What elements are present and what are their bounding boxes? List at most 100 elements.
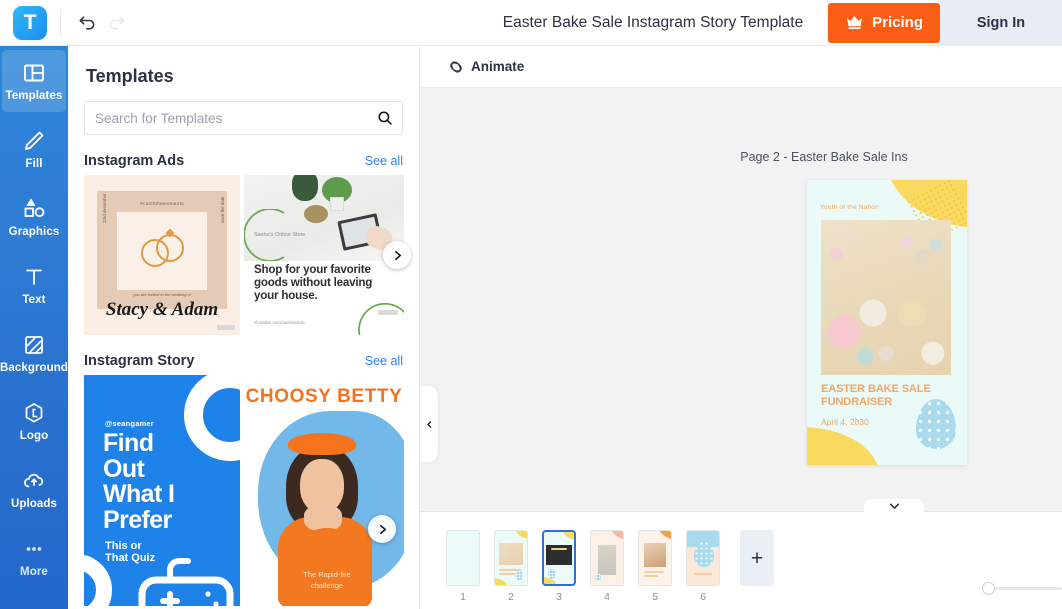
upload-cloud-icon (24, 473, 44, 487)
see-all-instagram-ads[interactable]: See all (365, 154, 403, 168)
page-number: 5 (652, 591, 658, 603)
template-watermark (378, 310, 398, 315)
redo-button[interactable] (102, 8, 132, 38)
sidebar-item-label: Background (0, 361, 68, 374)
left-sidebar: Templates Fill Graphics Text Background … (0, 46, 68, 609)
search-icon (378, 111, 392, 125)
canvas-area[interactable]: Page 2 - Easter Bake Sale Ins Youth of t… (420, 88, 1062, 512)
template-card-choosy-betty[interactable]: CHOOSY BETTY The Rapid-fire challenge (244, 375, 404, 606)
search-input[interactable] (85, 102, 368, 134)
pricing-button[interactable]: Pricing (828, 2, 940, 43)
search-box[interactable] (84, 101, 403, 135)
pages-strip: 1 2 3 4 5 6 + (420, 499, 1062, 608)
template-line: you are invited to the wedding of (133, 292, 191, 297)
sidebar-item-label: More (20, 565, 48, 578)
shapes-icon (24, 197, 45, 217)
animate-button[interactable]: Animate (448, 59, 524, 75)
page-thumbnail-6[interactable]: 6 (686, 530, 720, 603)
page-thumb-art (590, 530, 624, 586)
canvas-page-label: Page 2 - Easter Bake Sale Ins (740, 150, 908, 164)
sidebar-item-more[interactable]: More (2, 526, 66, 588)
design-canvas[interactable]: Youth of the Nation EASTER BAKE SALE FUN… (807, 180, 967, 465)
app-root: T Easter Bake Sale Instagram Story Templ… (0, 0, 1062, 609)
page-number: 4 (604, 591, 610, 603)
gamepad-icon (138, 558, 234, 606)
template-line: 23rd december (102, 193, 107, 223)
sidebar-item-label: Templates (5, 89, 63, 102)
sidebar-item-background[interactable]: Background (0, 322, 68, 384)
zoom-slider-handle[interactable] (982, 581, 995, 595)
template-line: Stacy & Adam (105, 299, 219, 320)
sidebar-item-fill[interactable]: Fill (2, 118, 66, 180)
sidebar-item-label: Logo (19, 429, 49, 442)
template-line: save the date (220, 196, 225, 223)
template-line: #catchthemoments (140, 201, 184, 206)
collapse-pages-button[interactable] (864, 499, 924, 514)
page-thumb-art (686, 530, 720, 586)
sidebar-item-label: Uploads (10, 497, 58, 510)
template-watermark (217, 325, 235, 330)
logo-letter: T (23, 11, 37, 34)
sidebar-item-templates[interactable]: Templates (2, 50, 66, 112)
page-thumbnail-2[interactable]: 2 (494, 530, 528, 603)
sidebar-item-label: Fill (25, 157, 43, 170)
yellow-corner-bottom-left (807, 427, 879, 465)
template-card-wedding-rings[interactable]: #catchthemoments 23rd december save the … (84, 175, 240, 335)
header-actions: Pricing Sign In (827, 0, 1062, 46)
signin-button[interactable]: Sign In (940, 0, 1062, 46)
pencil-icon (25, 131, 44, 150)
carousel-instagram-ads: #catchthemoments 23rd december save the … (68, 175, 419, 335)
design-brand-text[interactable]: Youth of the Nation (820, 204, 879, 211)
sidebar-item-graphics[interactable]: Graphics (2, 186, 66, 248)
text-icon (26, 269, 42, 285)
stage-toolbar: Animate (420, 46, 1062, 88)
collapse-panel-button[interactable] (420, 386, 438, 462)
sidebar-item-label: Graphics (8, 225, 60, 238)
zoom-slider-track[interactable] (995, 586, 1062, 590)
sidebar-item-uploads[interactable]: Uploads (2, 458, 66, 520)
header-divider (60, 9, 61, 36)
page-thumbnail-1[interactable]: 1 (446, 530, 480, 603)
page-thumb-art (542, 530, 576, 586)
signin-label: Sign In (976, 14, 1026, 31)
ellipsis-icon (26, 546, 42, 551)
page-thumbnail-4[interactable]: 4 (590, 530, 624, 603)
templates-panel: Templates Instagram Ads See all #catchth… (68, 46, 420, 609)
carousel-instagram-story: @seangamer Find Out What I Prefer This o… (68, 375, 419, 606)
section-title: Instagram Story (84, 353, 195, 369)
chevron-right-icon (394, 250, 401, 260)
app-logo[interactable]: T (13, 5, 47, 40)
search-button[interactable] (368, 102, 402, 134)
page-number: 1 (460, 591, 466, 603)
section-header-instagram-story: Instagram Story See all (84, 353, 403, 369)
sidebar-item-logo[interactable]: Logo (2, 390, 66, 452)
template-line: shopsite.com/sashastore (254, 320, 305, 325)
page-thumbnail-3[interactable]: 3 (542, 530, 576, 603)
design-photo-easter-eggs[interactable] (821, 220, 951, 375)
chevron-left-icon (426, 420, 431, 428)
add-page-button[interactable]: + (740, 530, 774, 586)
design-date-text[interactable]: April 4, 2030 (821, 417, 869, 427)
undo-icon (79, 15, 95, 30)
see-all-instagram-story[interactable]: See all (365, 354, 403, 368)
page-thumb-art (494, 530, 528, 586)
template-line: @seangamer (105, 419, 154, 428)
page-thumb-art (446, 530, 480, 586)
page-thumb-art (638, 530, 672, 586)
page-thumbnail-5[interactable]: 5 (638, 530, 672, 603)
crown-icon (847, 16, 863, 30)
carousel-next-instagram-story[interactable] (368, 515, 396, 543)
template-card-online-store[interactable]: Sasha's Online Store Shop for your favor… (244, 175, 404, 335)
redo-icon (109, 15, 125, 30)
editor-stage: Animate Page 2 - Easter Bake Sale Ins Yo… (420, 46, 1062, 609)
section-header-instagram-ads: Instagram Ads See all (84, 153, 403, 169)
template-line: Find Out What I Prefer (103, 429, 175, 534)
template-card-gamer-quiz[interactable]: @seangamer Find Out What I Prefer This o… (84, 375, 240, 606)
sidebar-item-label: Text (22, 293, 46, 306)
zoom-slider[interactable] (982, 581, 1062, 595)
undo-button[interactable] (72, 8, 102, 38)
sidebar-item-text[interactable]: Text (2, 254, 66, 316)
carousel-next-instagram-ads[interactable] (383, 241, 411, 269)
wedding-rings-icon (141, 229, 184, 267)
chevron-down-icon (889, 503, 899, 509)
